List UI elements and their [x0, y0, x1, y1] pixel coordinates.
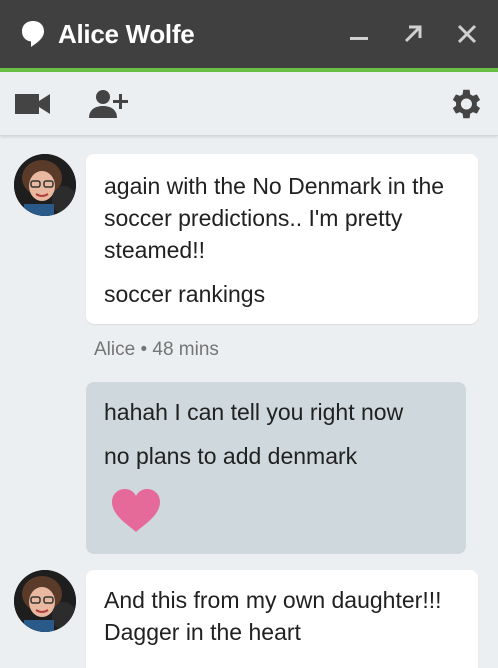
speech-bubble-icon — [20, 19, 46, 49]
minimize-icon — [350, 37, 368, 40]
settings-button[interactable] — [446, 85, 484, 123]
message-bubble-incoming[interactable]: And this from my own daughter!!! Dagger … — [86, 570, 478, 668]
message-bubble-incoming[interactable]: again with the No Denmark in the soccer … — [86, 154, 478, 324]
message-text: hahah I can tell you right now — [104, 399, 404, 425]
window-title: Alice Wolfe — [58, 18, 195, 49]
popout-icon — [404, 25, 422, 43]
close-icon — [457, 24, 477, 44]
message-meta: Alice • 48 mins — [94, 339, 219, 360]
message-text: again with the No Denmark in the soccer … — [104, 173, 445, 263]
add-person-button[interactable] — [88, 87, 130, 121]
message-text: no plans to add denmark — [104, 443, 358, 469]
avatar[interactable] — [14, 154, 76, 216]
video-call-icon — [15, 93, 50, 114]
heart-icon — [112, 489, 160, 532]
message-text: And this from my own daughter!!! Dagger … — [104, 587, 442, 645]
toolbar — [0, 72, 498, 136]
close-button[interactable] — [452, 19, 482, 49]
message-link-text[interactable]: soccer rankings — [104, 278, 460, 310]
message-bubble-outgoing[interactable]: hahah I can tell you right now no plans … — [86, 382, 466, 554]
gear-icon — [452, 89, 481, 118]
title-bar: Alice Wolfe — [0, 0, 498, 68]
message-list[interactable]: again with the No Denmark in the soccer … — [0, 137, 498, 668]
popout-button[interactable] — [398, 19, 428, 49]
avatar[interactable] — [14, 570, 76, 632]
video-call-button[interactable] — [14, 91, 52, 117]
add-person-icon — [89, 89, 128, 118]
minimize-button[interactable] — [344, 19, 374, 49]
